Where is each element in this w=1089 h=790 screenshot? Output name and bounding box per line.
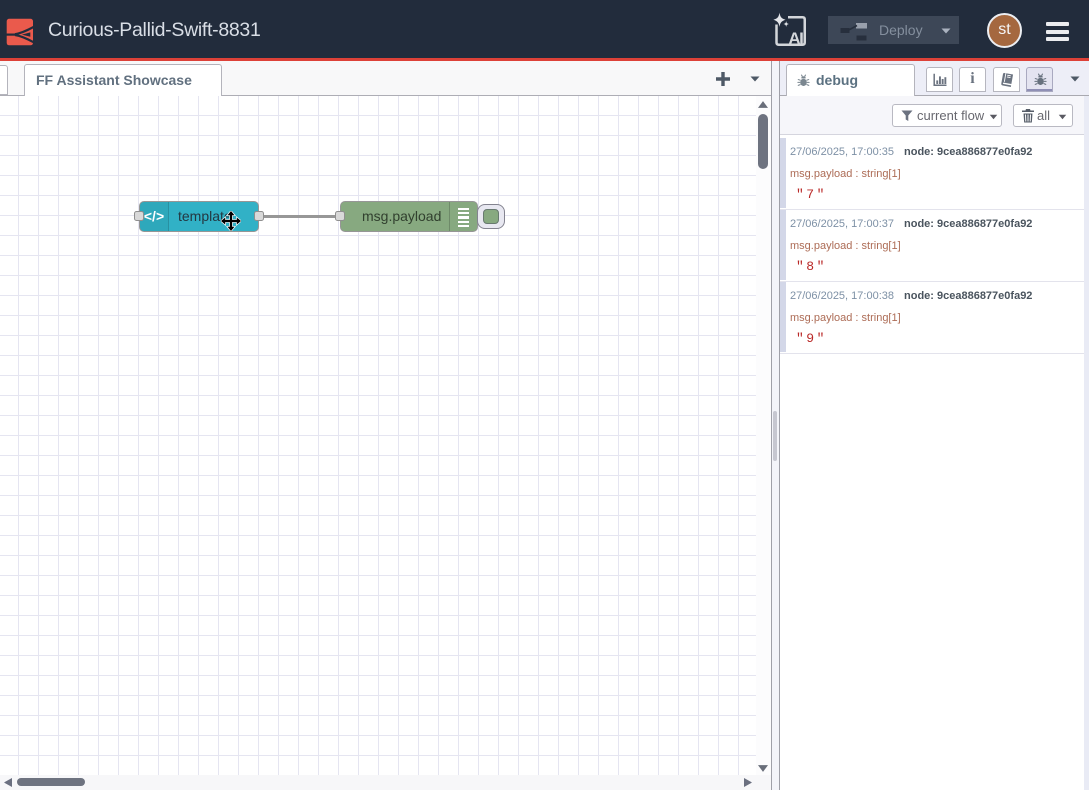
svg-text:AI: AI — [788, 29, 803, 47]
